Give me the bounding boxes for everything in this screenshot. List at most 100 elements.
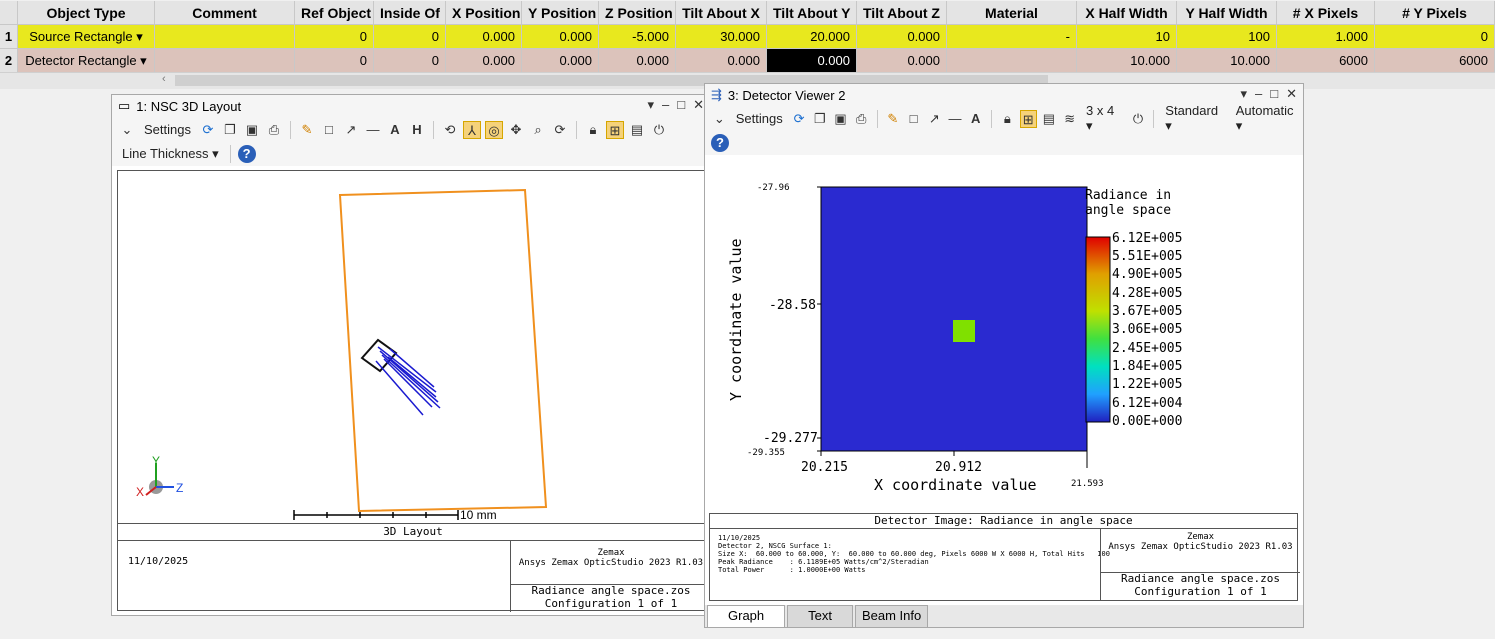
help-icon[interactable]: ? — [237, 145, 256, 163]
table-row[interactable]: 2 Detector Rectangle ▾ 0 0 0.000 0.000 0… — [0, 49, 1495, 73]
col-x-half-width[interactable]: X Half Width — [1077, 1, 1177, 25]
material-cell[interactable]: - — [947, 25, 1077, 49]
rectangle-icon[interactable]: □ — [320, 121, 338, 139]
comment-cell[interactable] — [155, 49, 295, 73]
dropdown-icon[interactable]: ▾ — [647, 97, 654, 113]
window-icon[interactable]: ▤ — [628, 121, 646, 139]
scroll-left-icon[interactable]: ‹ — [162, 73, 166, 85]
y-pixels-cell[interactable]: 6000 — [1375, 49, 1495, 73]
x-half-width-cell[interactable]: 10.000 — [1077, 49, 1177, 73]
y-position-cell[interactable]: 0.000 — [522, 25, 599, 49]
minimize-icon[interactable]: – — [662, 97, 669, 113]
tilt-z-cell[interactable]: 0.000 — [857, 25, 947, 49]
col-y-position[interactable]: Y Position — [522, 1, 599, 25]
settings-chevron-icon[interactable]: ⌄ — [118, 121, 136, 139]
print-icon[interactable]: ⎙ — [265, 121, 283, 139]
ref-object-cell[interactable]: 0 — [295, 49, 374, 73]
maximize-icon[interactable]: □ — [1270, 86, 1278, 102]
material-cell[interactable] — [947, 49, 1077, 73]
settings-button[interactable]: Settings — [736, 111, 783, 126]
col-tilt-z[interactable]: Tilt About Z — [857, 1, 947, 25]
line-thickness-dropdown[interactable]: Line Thickness ▾ — [122, 146, 219, 162]
tilt-z-cell[interactable]: 0.000 — [857, 49, 947, 73]
layout-canvas[interactable]: Y Z X 10 mm — [117, 170, 709, 524]
dimension-icon[interactable]: H — [408, 121, 426, 139]
help-icon[interactable]: ? — [711, 134, 729, 152]
y-position-cell[interactable]: 0.000 — [522, 49, 599, 73]
layers-icon[interactable]: ≋ — [1061, 110, 1078, 128]
tab-graph[interactable]: Graph — [707, 605, 786, 627]
rotate-icon[interactable]: ⟲ — [441, 121, 459, 139]
corner-cell[interactable] — [0, 1, 18, 25]
inside-of-cell[interactable]: 0 — [374, 25, 446, 49]
z-position-cell[interactable]: 0.000 — [599, 49, 676, 73]
col-y-pixels[interactable]: # Y Pixels — [1375, 1, 1495, 25]
col-y-half-width[interactable]: Y Half Width — [1177, 1, 1277, 25]
settings-chevron-icon[interactable]: ⌄ — [711, 110, 728, 128]
save-icon[interactable]: ▣ — [832, 110, 849, 128]
power-icon[interactable]: ⏻ — [650, 121, 668, 139]
tilt-x-cell[interactable]: 30.000 — [676, 25, 767, 49]
zoom-icon[interactable]: ⌕ — [529, 121, 547, 139]
grid-layout-dropdown[interactable]: 3 x 4 ▾ — [1086, 103, 1122, 134]
reset-view-icon[interactable]: ⟳ — [551, 121, 569, 139]
col-x-pixels[interactable]: # X Pixels — [1277, 1, 1375, 25]
close-icon[interactable]: ✕ — [693, 97, 704, 113]
col-tilt-y[interactable]: Tilt About Y — [767, 1, 857, 25]
x-half-width-cell[interactable]: 10 — [1077, 25, 1177, 49]
automatic-dropdown[interactable]: Automatic ▾ — [1236, 103, 1299, 134]
grid-icon[interactable]: ⊞ — [1019, 109, 1037, 128]
text-icon[interactable]: A — [967, 110, 984, 128]
col-ref-object[interactable]: Ref Object — [295, 1, 374, 25]
ref-object-cell[interactable]: 0 — [295, 25, 374, 49]
settings-button[interactable]: Settings — [144, 122, 191, 137]
pencil-icon[interactable]: ✎ — [885, 110, 902, 128]
col-inside-of[interactable]: Inside Of — [374, 1, 446, 25]
y-half-width-cell[interactable]: 10.000 — [1177, 49, 1277, 73]
rectangle-icon[interactable]: □ — [905, 110, 922, 128]
col-material[interactable]: Material — [947, 1, 1077, 25]
object-type-cell[interactable]: Source Rectangle ▾ — [18, 25, 155, 49]
refresh-icon[interactable]: ⟳ — [791, 110, 808, 128]
comment-cell[interactable] — [155, 25, 295, 49]
table-row[interactable]: 1 Source Rectangle ▾ 0 0 0.000 0.000 -5.… — [0, 25, 1495, 49]
object-type-cell[interactable]: Detector Rectangle ▾ — [18, 49, 155, 73]
col-x-position[interactable]: X Position — [446, 1, 522, 25]
col-object-type[interactable]: Object Type — [18, 1, 155, 25]
pencil-icon[interactable]: ✎ — [298, 121, 316, 139]
close-icon[interactable]: ✕ — [1286, 86, 1297, 102]
view-icon[interactable]: ◎ — [484, 120, 503, 139]
tab-beam-info[interactable]: Beam Info — [854, 605, 929, 627]
tilt-x-cell[interactable]: 0.000 — [676, 49, 767, 73]
col-tilt-x[interactable]: Tilt About X — [676, 1, 767, 25]
tilt-y-cell[interactable]: 20.000 — [767, 25, 857, 49]
standard-dropdown[interactable]: Standard ▾ — [1165, 103, 1223, 134]
detector-canvas[interactable]: -27.96 -28.58 -29.277 -29.355 20.215 20.… — [709, 158, 1301, 514]
lock-icon[interactable]: 🔒︎ — [999, 110, 1016, 128]
row-number[interactable]: 1 — [0, 25, 18, 49]
z-position-cell[interactable]: -5.000 — [599, 25, 676, 49]
save-icon[interactable]: ▣ — [243, 121, 261, 139]
y-pixels-cell[interactable]: 0 — [1375, 25, 1495, 49]
detector-titlebar[interactable]: ⇶ 3: Detector Viewer 2 ▾ – □ ✕ — [705, 84, 1303, 106]
y-half-width-cell[interactable]: 100 — [1177, 25, 1277, 49]
power-icon[interactable]: ⏻ — [1130, 110, 1147, 128]
text-icon[interactable]: A — [386, 121, 404, 139]
line-icon[interactable]: — — [947, 110, 964, 128]
col-comment[interactable]: Comment — [155, 1, 295, 25]
layout-titlebar[interactable]: ▭ 1: NSC 3D Layout ▾ – □ ✕ — [112, 95, 710, 117]
copy-icon[interactable]: ❐ — [811, 110, 828, 128]
grid-icon[interactable]: ⊞ — [605, 120, 624, 139]
dropdown-icon[interactable]: ▾ — [1240, 86, 1247, 102]
copy-icon[interactable]: ❐ — [221, 121, 239, 139]
window-icon[interactable]: ▤ — [1041, 110, 1058, 128]
print-icon[interactable]: ⎙ — [853, 110, 870, 128]
x-pixels-cell[interactable]: 6000 — [1277, 49, 1375, 73]
inside-of-cell[interactable]: 0 — [374, 49, 446, 73]
tilt-y-cell-editing[interactable]: 0.000 — [767, 49, 857, 73]
row-number[interactable]: 2 — [0, 49, 18, 73]
line-icon[interactable]: — — [364, 121, 382, 139]
refresh-icon[interactable]: ⟳ — [199, 121, 217, 139]
arrow-icon[interactable]: ↗ — [342, 121, 360, 139]
x-position-cell[interactable]: 0.000 — [446, 49, 522, 73]
